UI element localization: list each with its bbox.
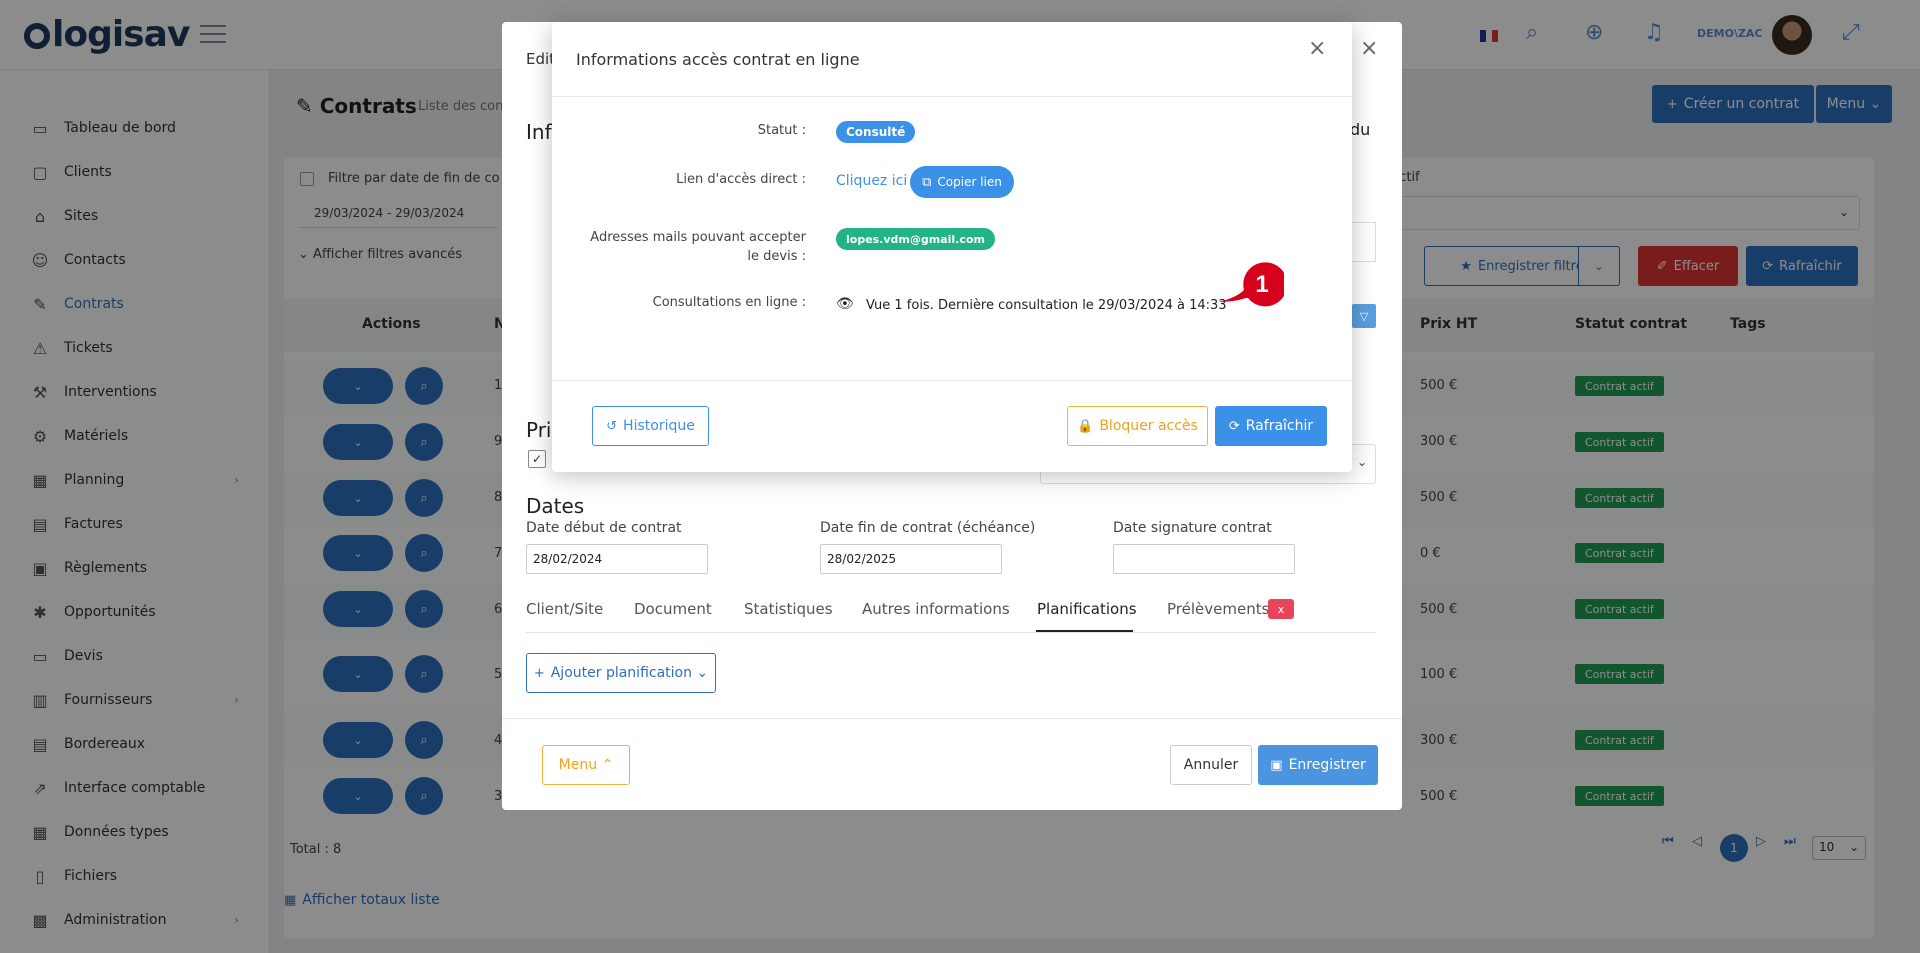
chevron-up-icon: ⌃	[597, 757, 614, 773]
plus-icon: +	[533, 665, 545, 681]
refresh-icon: ⟳	[1228, 418, 1240, 434]
modal-header-divider	[552, 96, 1352, 97]
tab-statistiques[interactable]: Statistiques	[744, 600, 833, 618]
tab-badge: x	[1268, 599, 1294, 619]
copy-icon: ⧉	[922, 174, 932, 190]
refresh-button[interactable]: ⟳ Rafraîchir	[1215, 406, 1327, 446]
annotation-callout: 1	[1218, 262, 1284, 307]
online-consultations-label: Consultations en ligne :	[652, 295, 806, 310]
lock-icon: 🔒	[1077, 418, 1094, 434]
tab-prelevements[interactable]: Prélèvements	[1167, 600, 1269, 618]
date-start-label: Date début de contrat	[526, 520, 682, 536]
status-badge: Consulté	[836, 121, 916, 143]
history-icon: ↺	[606, 418, 618, 434]
date-end-label: Date fin de contrat (échéance)	[820, 520, 1036, 536]
tab-planifications[interactable]: Planifications	[1037, 600, 1137, 618]
chevron-down-icon: ⌄	[1356, 455, 1367, 469]
emails-label: Adresses mails pouvant accepter le devis …	[590, 230, 806, 264]
filter-dropdown-icon[interactable]: ▽	[1352, 304, 1376, 328]
edit-menu-button[interactable]: Menu ⌃	[542, 745, 630, 785]
edit-modal-title: Edit	[526, 50, 556, 68]
eye-icon: 👁	[836, 296, 854, 312]
close-icon[interactable]: ×	[1308, 36, 1326, 61]
block-access-button[interactable]: 🔒 Bloquer accès	[1067, 406, 1208, 446]
annotation-number: 1	[1255, 271, 1268, 298]
footer-divider	[502, 718, 1402, 719]
close-icon[interactable]: ×	[1360, 36, 1378, 61]
history-button[interactable]: ↺ Historique	[592, 406, 709, 446]
date-signature-label: Date signature contrat	[1113, 520, 1272, 536]
add-planning-button[interactable]: + Ajouter planification ⌄	[526, 653, 716, 693]
direct-access-link[interactable]: Cliquez ici	[836, 173, 907, 189]
dates-section-heading: Dates	[526, 494, 585, 518]
online-access-modal-title: Informations accès contrat en ligne	[576, 50, 860, 69]
date-end-input[interactable]: 28/02/2025	[820, 544, 1002, 574]
tabs-divider	[526, 632, 1376, 633]
email-badge: lopes.vdm@gmail.com	[836, 228, 995, 250]
copy-link-button[interactable]: ⧉ Copier lien	[910, 166, 1014, 198]
info-section-heading: Inf	[526, 120, 552, 144]
date-signature-input[interactable]	[1113, 544, 1295, 574]
floppy-icon: ▣	[1270, 757, 1283, 773]
tab-autres-informations[interactable]: Autres informations	[862, 600, 1010, 618]
modal-footer-divider	[552, 380, 1352, 381]
cancel-button[interactable]: Annuler	[1170, 745, 1252, 785]
status-label: Statut :	[757, 123, 806, 138]
price-checkbox[interactable]: ✓	[528, 450, 546, 468]
direct-link-label: Lien d'accès direct :	[676, 172, 806, 187]
date-start-input[interactable]: 28/02/2024	[526, 544, 708, 574]
active-tab-indicator	[1036, 630, 1133, 632]
tab-client-site[interactable]: Client/Site	[526, 600, 603, 618]
consultation-info: Vue 1 fois. Dernière consultation le 29/…	[866, 298, 1227, 313]
du-label: du	[1350, 120, 1371, 139]
save-button[interactable]: ▣ Enregistrer	[1258, 745, 1378, 785]
tab-document[interactable]: Document	[634, 600, 712, 618]
chevron-down-icon: ⌄	[691, 665, 709, 681]
